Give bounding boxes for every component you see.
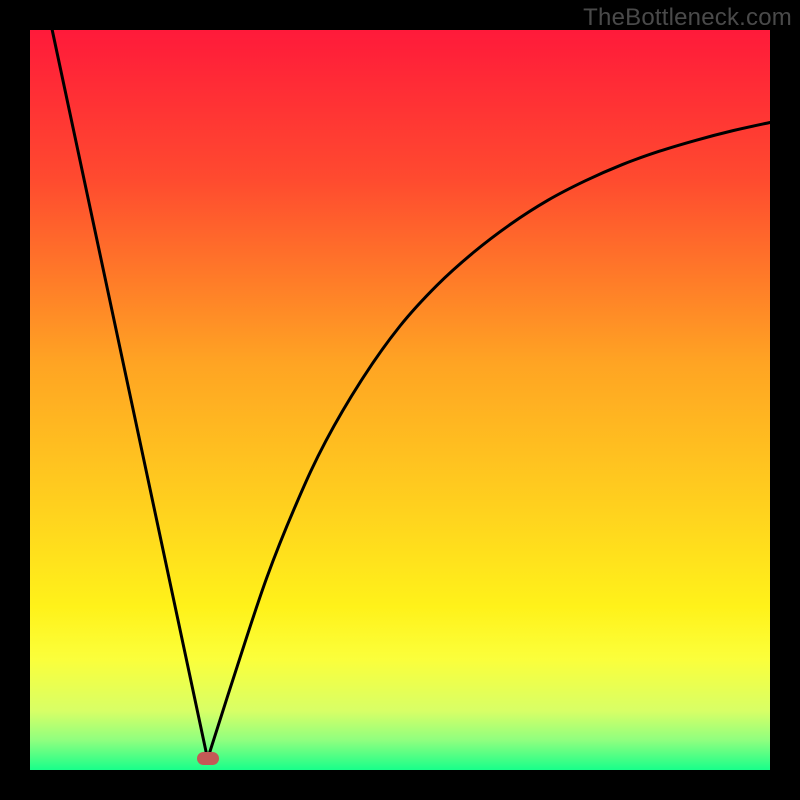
chart-frame: TheBottleneck.com (0, 0, 800, 800)
plot-area (30, 30, 770, 770)
minimum-marker (197, 752, 219, 765)
gradient-rect (30, 30, 770, 770)
chart-svg (30, 30, 770, 770)
watermark-text: TheBottleneck.com (583, 4, 792, 32)
